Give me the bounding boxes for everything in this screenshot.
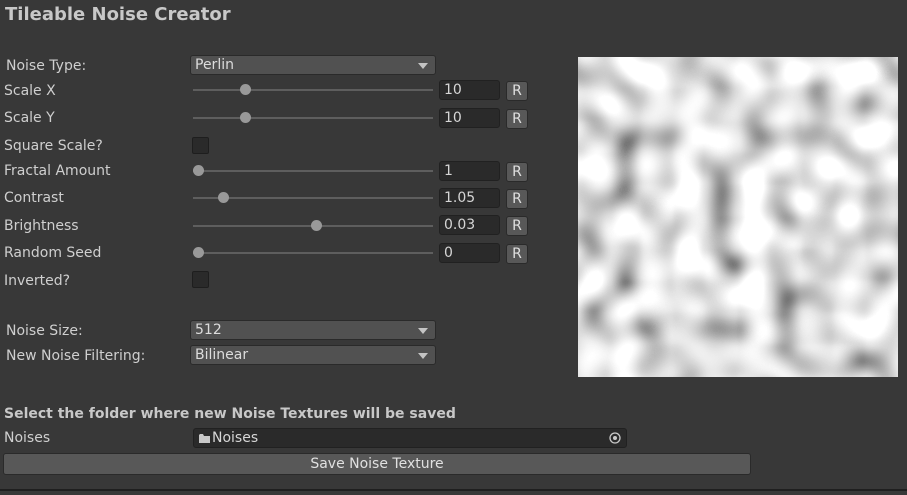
contrast-label: Contrast xyxy=(4,190,64,206)
brightness-reset-button[interactable]: R xyxy=(506,216,528,236)
noise-size-label: Noise Size: xyxy=(6,323,83,339)
window-title: Tileable Noise Creator xyxy=(5,4,231,25)
brightness-slider[interactable] xyxy=(193,220,433,231)
noises-folder-field[interactable]: Noises xyxy=(193,428,627,448)
square-scale-checkbox[interactable] xyxy=(192,137,209,154)
contrast-slider[interactable] xyxy=(193,192,433,203)
contrast-slider-thumb[interactable] xyxy=(218,192,230,203)
chevron-down-icon xyxy=(418,353,428,359)
inverted-checkbox[interactable] xyxy=(192,271,209,288)
bottom-divider xyxy=(0,489,907,491)
fractal-amount-label: Fractal Amount xyxy=(4,163,111,179)
random-seed-label: Random Seed xyxy=(4,245,102,261)
noise-type-label: Noise Type: xyxy=(6,58,87,74)
filtering-dropdown[interactable]: Bilinear xyxy=(190,345,436,365)
inverted-label: Inverted? xyxy=(4,273,71,289)
filtering-label: New Noise Filtering: xyxy=(6,348,146,364)
noise-preview-image xyxy=(578,57,898,377)
scale-x-label: Scale X xyxy=(4,83,56,99)
save-noise-texture-button[interactable]: Save Noise Texture xyxy=(3,453,751,475)
contrast-field[interactable]: 1.05 xyxy=(439,188,500,208)
random-seed-field[interactable]: 0 xyxy=(439,243,500,263)
fractal-amount-field[interactable]: 1 xyxy=(439,161,500,181)
brightness-slider-thumb[interactable] xyxy=(311,220,323,231)
chevron-down-icon xyxy=(418,63,428,69)
brightness-field[interactable]: 0.03 xyxy=(439,215,500,235)
scale-x-slider[interactable] xyxy=(193,84,433,95)
fractal-amount-slider[interactable] xyxy=(193,165,433,176)
scale-y-slider-thumb[interactable] xyxy=(240,112,252,123)
noise-type-value: Perlin xyxy=(195,57,234,73)
scale-y-field[interactable]: 10 xyxy=(439,108,500,128)
random-seed-reset-button[interactable]: R xyxy=(506,244,528,264)
filtering-value: Bilinear xyxy=(195,347,249,363)
noise-size-dropdown[interactable]: 512 xyxy=(190,320,436,340)
noise-type-dropdown[interactable]: Perlin xyxy=(190,55,436,75)
save-folder-heading: Select the folder where new Noise Textur… xyxy=(4,406,456,422)
fractal-amount-slider-thumb[interactable] xyxy=(193,165,204,176)
scale-x-field[interactable]: 10 xyxy=(439,80,500,100)
noise-size-value: 512 xyxy=(195,322,222,338)
scale-y-label: Scale Y xyxy=(4,110,55,126)
random-seed-slider-thumb[interactable] xyxy=(193,247,204,258)
random-seed-slider[interactable] xyxy=(193,247,433,258)
fractal-amount-reset-button[interactable]: R xyxy=(506,162,528,182)
scale-x-slider-thumb[interactable] xyxy=(240,84,252,95)
noises-folder-value: Noises xyxy=(212,430,259,446)
contrast-reset-button[interactable]: R xyxy=(506,189,528,209)
scale-y-slider[interactable] xyxy=(193,112,433,123)
noises-folder-label: Noises xyxy=(4,430,51,446)
folder-icon xyxy=(199,434,210,443)
square-scale-label: Square Scale? xyxy=(4,138,103,154)
scale-x-reset-button[interactable]: R xyxy=(506,81,528,101)
chevron-down-icon xyxy=(418,328,428,334)
brightness-label: Brightness xyxy=(4,218,79,234)
object-picker-icon[interactable] xyxy=(609,432,621,444)
scale-y-reset-button[interactable]: R xyxy=(506,109,528,129)
